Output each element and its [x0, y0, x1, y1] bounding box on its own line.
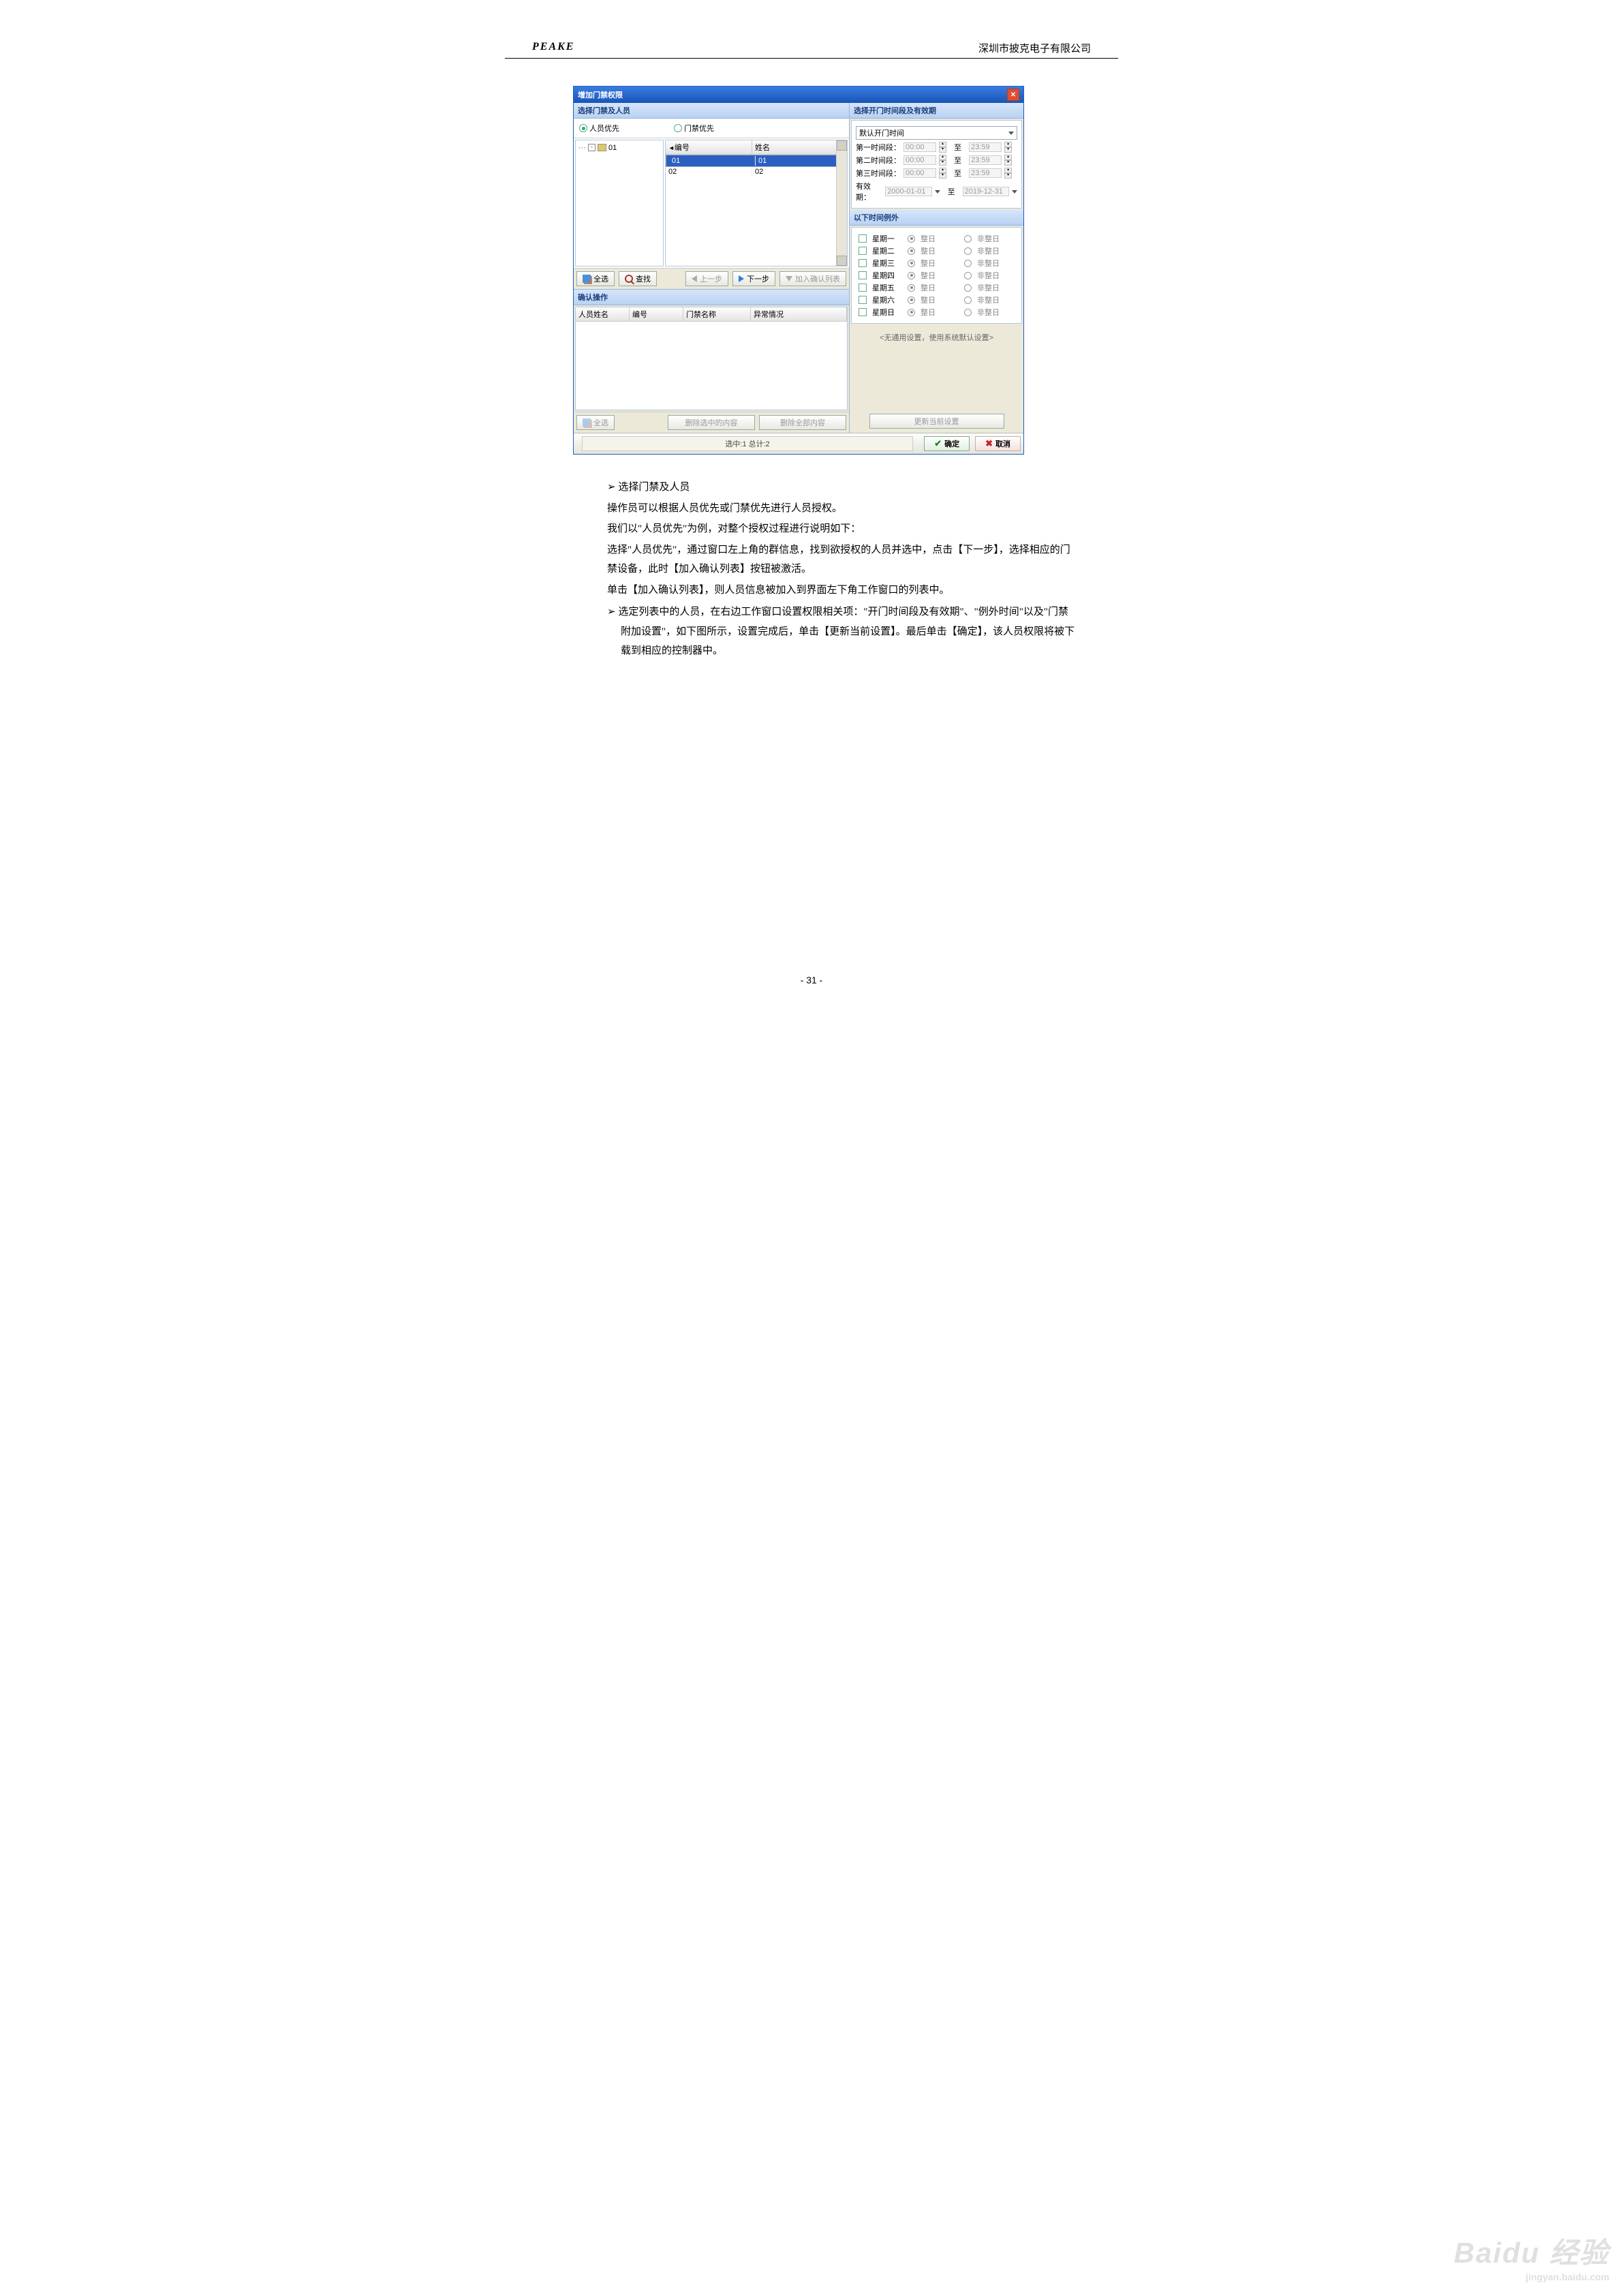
exc-wed[interactable]: 星期三整日非整日	[859, 258, 1015, 269]
para-2: 我们以"人员优先"为例，对整个授权过程进行说明如下：	[607, 519, 1077, 539]
next-icon	[739, 275, 744, 282]
time-to-1[interactable]: 23:59	[969, 142, 1002, 152]
chevron-down-icon	[1012, 190, 1017, 194]
copy-icon	[583, 275, 591, 283]
select-all-confirm-button: 全选	[576, 415, 615, 430]
scrollbar[interactable]	[836, 140, 847, 266]
cancel-button[interactable]: ✖取消	[975, 436, 1021, 451]
col-door-name[interactable]: 门禁名称	[683, 307, 751, 321]
exc-sun[interactable]: 星期日整日非整日	[859, 307, 1015, 318]
status-bar: 选中:1 总计:2	[582, 436, 913, 451]
list-panel[interactable]: ◄编号 姓名 0101 0202	[665, 140, 848, 266]
cross-icon: ✖	[985, 438, 993, 449]
time-segment-1: 第一时间段：00:00▴▾ 至 23:59▴▾	[856, 142, 1017, 153]
copy-icon	[583, 418, 591, 427]
time-from-2[interactable]: 00:00	[903, 155, 936, 165]
exc-mon[interactable]: 星期一整日非整日	[859, 233, 1015, 244]
col-id[interactable]: ◄编号	[666, 140, 752, 154]
para-4: 单击【加入确认列表】，则人员信息被加入到界面左下角工作窗口的列表中。	[607, 581, 1077, 600]
right-section-header: 选择开门时间段及有效期	[850, 103, 1023, 119]
exception-header: 以下时间例外	[850, 210, 1023, 226]
down-icon	[786, 276, 792, 281]
col-name[interactable]: 姓名	[752, 140, 847, 154]
radio-person-first[interactable]: 人员优先	[579, 123, 619, 134]
select-all-button[interactable]: 全选	[576, 271, 615, 286]
exception-panel: 星期一整日非整日 星期二整日非整日 星期三整日非整日 星期四整日非整日 星期五整…	[851, 227, 1022, 324]
exc-thu[interactable]: 星期四整日非整日	[859, 270, 1015, 281]
chevron-down-icon	[1008, 132, 1014, 135]
date-from[interactable]: 2000-01-01	[885, 187, 931, 196]
checkbox[interactable]	[859, 234, 867, 243]
para-1: 操作员可以根据人员优先或门禁优先进行人员授权。	[607, 499, 1077, 519]
checkbox[interactable]	[859, 247, 867, 255]
radio-off-icon	[674, 124, 682, 132]
chevron-down-icon	[935, 190, 940, 194]
radio-door-first[interactable]: 门禁优先	[674, 123, 714, 134]
confirm-table[interactable]: 人员姓名 编号 门禁名称 异常情况	[575, 307, 848, 410]
update-settings-button: 更新当前设置	[869, 414, 1004, 429]
checkbox[interactable]	[859, 284, 867, 292]
window-title: 增加门禁权限	[578, 89, 623, 100]
bullet-1: 选择门禁及人员	[607, 478, 1077, 498]
list-row[interactable]: 0101	[666, 155, 847, 167]
confirm-header: 确认操作	[574, 290, 849, 305]
document-text: 选择门禁及人员 操作员可以根据人员优先或门禁优先进行人员授权。 我们以"人员优先…	[505, 468, 1118, 661]
ok-button[interactable]: ✔确定	[924, 436, 970, 451]
page-brand: PEAKE	[532, 41, 574, 55]
para-3: 选择"人员优先"，通过窗口左上角的群信息，找到欲授权的人员并选中，点击【下一步】…	[607, 540, 1077, 579]
dialog-window: 增加门禁权限 ✕ 选择门禁及人员 人员优先 门禁优先 ⋯-01	[573, 86, 1024, 455]
checkbox[interactable]	[859, 296, 867, 304]
valid-period: 有效期：2000-01-01 至 2019-12-31	[856, 181, 1017, 202]
time-to-2[interactable]: 23:59	[969, 155, 1002, 165]
time-segment-3: 第三时间段：00:00▴▾ 至 23:59▴▾	[856, 168, 1017, 179]
checkbox[interactable]	[859, 308, 867, 316]
add-to-confirm-button: 加入确认列表	[779, 271, 846, 286]
page-number: - 31 -	[505, 975, 1118, 985]
radio-on-icon	[579, 124, 587, 132]
col-person-name[interactable]: 人员姓名	[576, 307, 630, 321]
time-from-1[interactable]: 00:00	[903, 142, 936, 152]
default-time-select[interactable]: 默认开门时间	[856, 126, 1017, 140]
check-icon: ✔	[934, 438, 942, 449]
delete-selected-button: 删除选中的内容	[668, 415, 755, 430]
delete-all-button: 删除全部内容	[759, 415, 846, 430]
exc-fri[interactable]: 星期五整日非整日	[859, 282, 1015, 293]
tree-root[interactable]: ⋯-01	[578, 143, 660, 152]
exc-tue[interactable]: 星期二整日非整日	[859, 245, 1015, 256]
page-company: 深圳市披克电子有限公司	[978, 41, 1091, 55]
prev-button: 上一步	[685, 271, 728, 286]
list-row[interactable]: 0202	[666, 167, 847, 177]
folder-icon	[598, 144, 606, 151]
col-exception[interactable]: 异常情况	[751, 307, 847, 321]
no-general-setting-note: <无通用设置，使用系统默认设置>	[850, 325, 1023, 350]
find-button[interactable]: 查找	[619, 271, 657, 286]
exc-sat[interactable]: 星期六整日非整日	[859, 294, 1015, 305]
checkbox[interactable]	[859, 259, 867, 267]
titlebar[interactable]: 增加门禁权限 ✕	[574, 87, 1023, 103]
checkbox[interactable]	[859, 271, 867, 279]
watermark: Baidu 经验 jingyan.baidu.com	[1454, 2230, 1609, 2282]
time-to-3[interactable]: 23:59	[969, 168, 1002, 178]
close-icon[interactable]: ✕	[1007, 89, 1019, 101]
col-number[interactable]: 编号	[630, 307, 683, 321]
date-to[interactable]: 2019-12-31	[963, 187, 1009, 196]
next-button[interactable]: 下一步	[732, 271, 775, 286]
prev-icon	[692, 275, 697, 282]
left-section-header: 选择门禁及人员	[574, 103, 849, 119]
tree-panel[interactable]: ⋯-01	[575, 140, 664, 266]
search-icon	[625, 275, 633, 283]
time-from-3[interactable]: 00:00	[903, 168, 936, 178]
bullet-2: 选定列表中的人员，在右边工作窗口设置权限相关项："开门时间段及有效期"、"例外时…	[607, 602, 1077, 661]
time-segment-2: 第二时间段：00:00▴▾ 至 23:59▴▾	[856, 155, 1017, 166]
